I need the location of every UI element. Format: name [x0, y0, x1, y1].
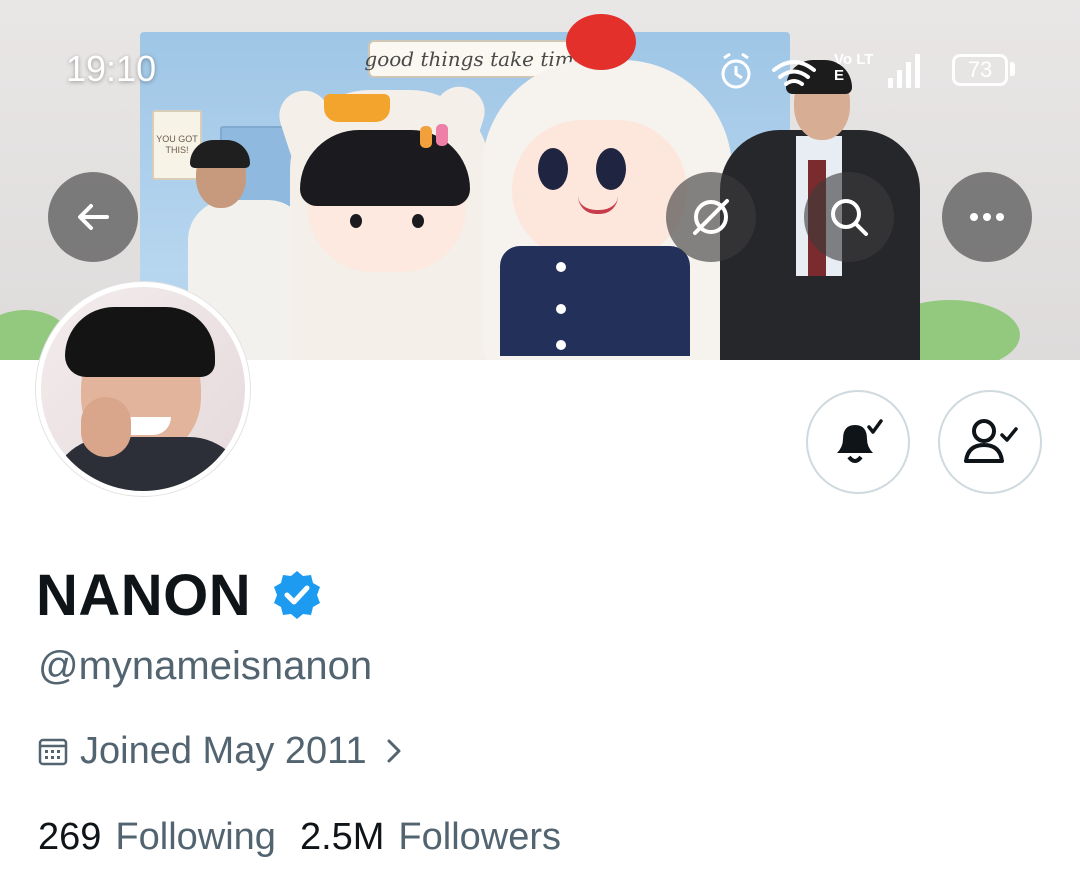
calendar-icon — [38, 738, 68, 766]
mascot-hairclip — [436, 124, 448, 146]
mascot-button — [556, 262, 566, 272]
more-button[interactable] — [942, 172, 1032, 262]
mascot-eye — [412, 214, 424, 228]
notifications-button[interactable] — [806, 390, 910, 494]
mascot-button — [556, 340, 566, 350]
battery-cap — [1010, 62, 1015, 76]
mascot-eye — [538, 148, 568, 190]
wifi-icon — [772, 60, 816, 86]
battery-indicator: 73 — [952, 54, 1008, 86]
follow-stats: 269 Following 2.5M Followers — [38, 812, 561, 862]
mascot-eye — [596, 148, 626, 190]
followers-link[interactable]: 2.5M Followers — [300, 816, 561, 859]
more-icon — [970, 213, 1004, 221]
chevron-right-icon — [387, 739, 401, 763]
signal-icon — [888, 54, 920, 88]
back-arrow-icon — [78, 204, 109, 230]
grok-icon — [693, 199, 729, 235]
bell-check-icon — [837, 419, 883, 463]
following-link[interactable]: 269 Following — [38, 816, 276, 859]
following-count: 269 — [38, 815, 102, 858]
alarm-icon — [721, 52, 751, 89]
back-button[interactable] — [48, 172, 138, 262]
mascot-cat-face — [512, 120, 687, 260]
display-name-text: NANON — [36, 562, 252, 628]
banner-poster: YOU GOT THIS! — [152, 110, 202, 180]
avatar-hand — [81, 397, 131, 457]
mascot-bunny-crown — [324, 94, 390, 122]
mascot-cat-cherry — [566, 14, 636, 70]
following-label: Following — [115, 815, 276, 858]
avatar-jacket — [49, 437, 245, 491]
mascot-button — [556, 304, 566, 314]
grok-button[interactable] — [666, 172, 756, 262]
search-button[interactable] — [804, 172, 894, 262]
following-button[interactable] — [938, 390, 1042, 494]
mascot-hairclip — [420, 126, 432, 148]
banner-person-left-hair — [190, 140, 250, 168]
avatar-photo — [41, 287, 245, 491]
followers-count: 2.5M — [299, 815, 385, 858]
verified-badge-icon[interactable] — [271, 569, 323, 621]
joined-text: Joined May 2011 — [80, 729, 367, 772]
status-time: 19:10 — [66, 48, 157, 89]
search-icon — [831, 199, 868, 236]
mascot-eye — [350, 214, 362, 228]
network-label: Vo LTE — [834, 51, 874, 84]
person-check-icon — [964, 419, 1018, 463]
mascot-cat-shirt — [500, 246, 690, 356]
display-name: NANON — [36, 560, 323, 630]
profile-handle: @mynameisnanon — [38, 644, 373, 688]
followers-label: Followers — [398, 815, 562, 858]
avatar-hair — [65, 307, 215, 377]
profile-avatar[interactable] — [36, 282, 250, 496]
joined-date[interactable]: Joined May 2011 — [38, 726, 421, 776]
